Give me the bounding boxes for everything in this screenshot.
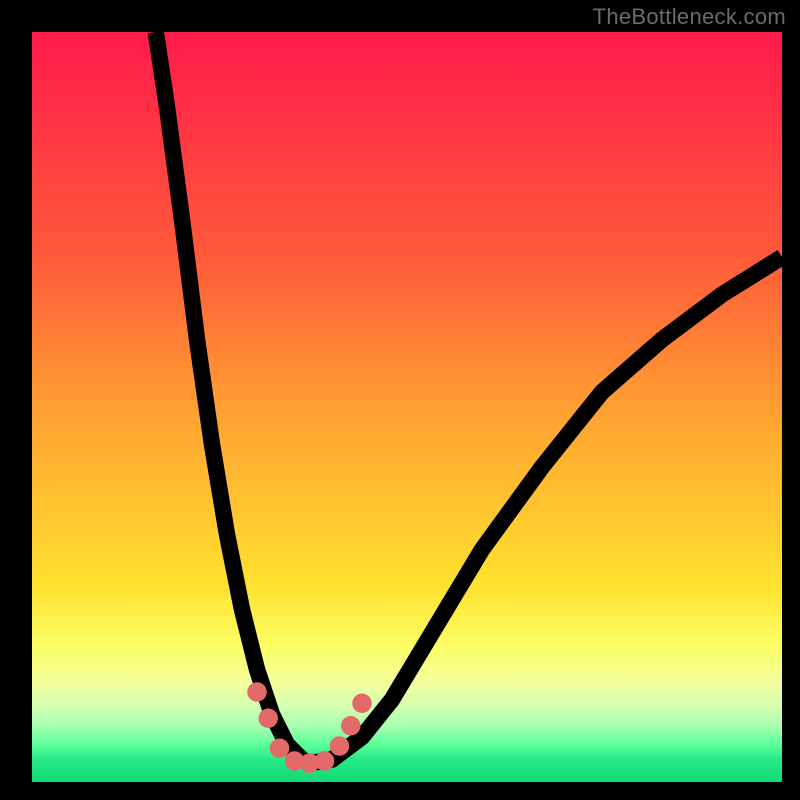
watermark-text: TheBottleneck.com [593,4,786,30]
curve-marker [330,736,350,756]
curve-marker [259,709,279,728]
curve-marker [315,751,335,771]
curve-marker [247,682,267,701]
curve-marker [341,716,361,735]
chart-plot-area [32,32,782,782]
curve-left-arm [156,32,310,763]
curve-marker [352,694,372,713]
curve-right-arm [310,257,783,763]
curve-markers [247,682,372,773]
chart-stage: TheBottleneck.com [0,0,800,800]
chart-svg [32,32,782,782]
curve-marker [270,739,290,758]
